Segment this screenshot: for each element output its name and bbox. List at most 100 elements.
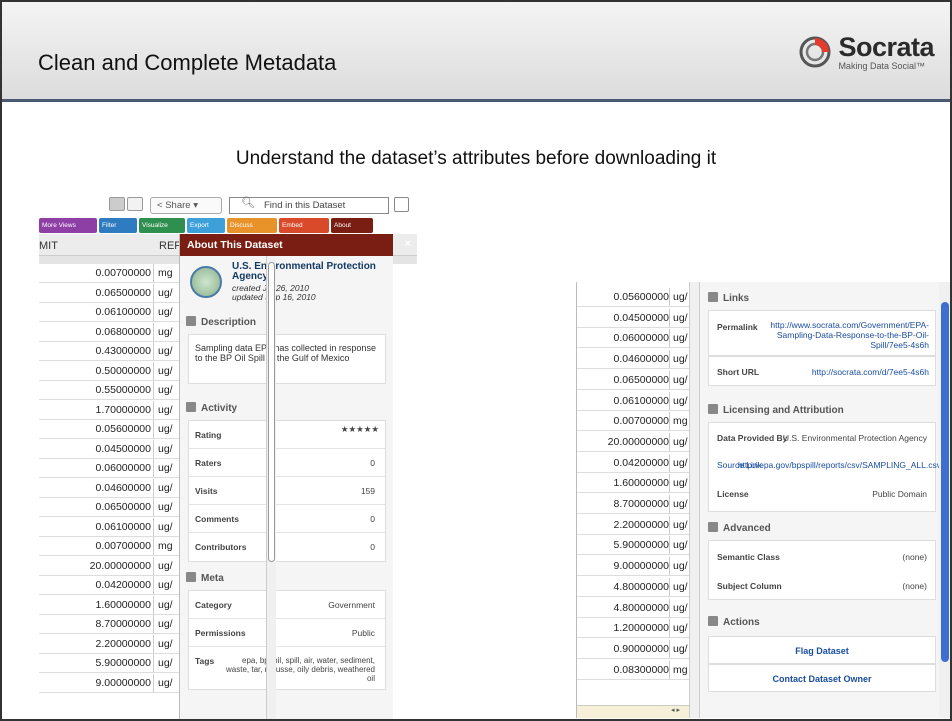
licensing-heading[interactable]: Licensing and Attribution [708, 404, 908, 422]
table-row[interactable]: 0.04600000 ug/ [39, 478, 179, 498]
scroll-arrows-icon[interactable]: ◂ ▸ [671, 706, 680, 714]
description-heading-label: Description [201, 317, 257, 328]
row-unit: ug/ [153, 342, 173, 360]
table-row[interactable]: 0.06100000 ug/ [39, 303, 179, 322]
table-scrollbar[interactable] [689, 282, 699, 718]
table-row[interactable]: 0.55000000 ug/ [39, 381, 179, 400]
advanced-heading-label: Advanced [723, 523, 771, 534]
flag-dataset-button[interactable]: Flag Dataset [708, 636, 936, 664]
table-row[interactable]: 0.04500000 ug/ [39, 439, 179, 459]
grid-view-icon[interactable] [109, 197, 125, 211]
toolbar-button-export[interactable]: Export [187, 218, 225, 233]
table-row[interactable]: 0.06500000 ug/ [577, 370, 689, 390]
rating-stars[interactable]: ★★★★★ [341, 424, 379, 435]
table-row[interactable]: 0.06800000 ug/ [39, 322, 179, 342]
toolbar-button-discuss[interactable]: Discuss [227, 218, 277, 233]
table-row[interactable]: 0.00700000 mg [39, 537, 179, 556]
page-view-icon[interactable] [127, 197, 143, 211]
table-row[interactable]: 0.06000000 ug/ [577, 329, 689, 349]
table-row[interactable]: 20.00000000 ug/ [39, 556, 179, 576]
table-row[interactable]: 4.80000000 ug/ [577, 598, 689, 618]
meta-heading[interactable]: Meta [186, 572, 386, 590]
fullscreen-icon[interactable] [394, 197, 409, 212]
shorturl-link[interactable]: http://socrata.com/d/7ee5-4s6h [812, 367, 929, 377]
table-row[interactable]: 0.06500000 ug/ [39, 498, 179, 517]
toolbar-button-filter[interactable]: Filter [99, 218, 137, 233]
table-row[interactable]: 0.04600000 ug/ [577, 350, 689, 370]
about-panel: About This Dataset × U.S. Environmental … [179, 234, 411, 719]
table-row[interactable]: 0.90000000 ug/ [577, 639, 689, 659]
row-value: 0.04200000 [613, 456, 669, 469]
table-row[interactable]: 1.70000000 ug/ [39, 400, 179, 420]
table-row[interactable]: 0.06100000 ug/ [577, 391, 689, 411]
table-row[interactable]: 8.70000000 ug/ [577, 495, 689, 514]
links-heading[interactable]: Links [708, 292, 908, 310]
column-header-mit[interactable]: MIT [39, 240, 58, 252]
table-row[interactable]: 0.04500000 ug/ [577, 308, 689, 328]
row-unit: ug/ [669, 557, 688, 576]
row-value: 0.06800000 [95, 325, 151, 338]
actions-heading[interactable]: Actions [708, 616, 908, 634]
scrollbar-thumb[interactable] [268, 262, 275, 562]
share-button[interactable]: < Share ▾ [150, 197, 222, 214]
table-row[interactable]: 1.60000000 ug/ [577, 474, 689, 494]
table-row[interactable]: 0.43000000 ug/ [39, 342, 179, 361]
row-value: 4.80000000 [613, 601, 669, 614]
table-row[interactable]: 0.05600000 ug/ [577, 288, 689, 307]
toolbar-button-more-views[interactable]: More Views [39, 218, 97, 233]
agency-name[interactable]: U.S. Environmental Protection Agency [232, 262, 382, 282]
table-row[interactable]: 0.08300000 mg [577, 660, 689, 680]
table-row[interactable]: 4.80000000 ug/ [577, 577, 689, 597]
row-unit: ug/ [669, 577, 688, 596]
tags-label: Tags [195, 656, 215, 666]
table-row[interactable]: 0.50000000 ug/ [39, 361, 179, 381]
table-row[interactable]: 8.70000000 ug/ [39, 615, 179, 634]
table-row[interactable]: 5.90000000 ug/ [39, 654, 179, 673]
activity-heading[interactable]: Activity [186, 402, 386, 420]
panel-scrollbar[interactable] [939, 282, 950, 718]
row-unit: ug/ [153, 322, 173, 341]
table-row[interactable]: 0.04200000 ug/ [39, 576, 179, 595]
licensing-heading-label: Licensing and Attribution [723, 405, 844, 416]
table-row[interactable]: 1.60000000 ug/ [39, 595, 179, 615]
shorturl-row: Short URL http://socrata.com/d/7ee5-4s6h [708, 356, 936, 386]
table-row[interactable]: 5.90000000 ug/ [577, 536, 689, 556]
table-row[interactable]: 0.05600000 ug/ [39, 420, 179, 439]
table-row[interactable]: 0.04200000 ug/ [577, 453, 689, 473]
toolbar-button-about[interactable]: About [331, 218, 373, 233]
about-scrollbar[interactable] [266, 256, 276, 719]
row-unit: ug/ [153, 517, 173, 536]
scrollbar-thumb[interactable] [941, 302, 949, 662]
row-unit: ug/ [669, 432, 688, 451]
close-icon[interactable]: × [405, 238, 411, 250]
table-row[interactable]: 9.00000000 ug/ [577, 557, 689, 577]
table-row[interactable]: 0.06500000 ug/ [39, 283, 179, 303]
table-row[interactable]: 2.20000000 ug/ [39, 634, 179, 654]
visits-row: Visits 159 [189, 477, 385, 505]
table-row[interactable]: 1.20000000 ug/ [577, 619, 689, 639]
row-value: 5.90000000 [613, 539, 669, 552]
column-header-ref[interactable]: REF [159, 240, 181, 252]
subject-value: (none) [902, 581, 927, 591]
advanced-heading[interactable]: Advanced [708, 522, 908, 540]
semantic-label: Semantic Class [717, 552, 780, 562]
table-row[interactable]: 2.20000000 ug/ [577, 515, 689, 535]
row-unit: ug/ [669, 391, 688, 410]
table-row[interactable]: 9.00000000 ug/ [39, 673, 179, 693]
about-title: About This Dataset [187, 239, 283, 251]
permalink-link[interactable]: http://www.socrata.com/Government/EPA-Sa… [769, 320, 929, 350]
row-unit: ug/ [669, 474, 688, 493]
shorturl-label: Short URL [717, 367, 760, 377]
source-link[interactable]: http://epa.gov/bpspill/reports/csv/SAMPL… [738, 460, 941, 470]
contact-owner-button[interactable]: Contact Dataset Owner [708, 664, 936, 692]
toolbar-button-embed[interactable]: Embed [279, 218, 329, 233]
table-row[interactable]: 0.06100000 ug/ [39, 517, 179, 537]
row-value: 0.90000000 [613, 642, 669, 655]
toolbar-button-visualize[interactable]: Visualize [139, 218, 185, 233]
table-row[interactable]: 0.00700000 mg [39, 264, 179, 283]
row-unit: ug/ [153, 439, 173, 458]
description-heading[interactable]: Description [186, 316, 386, 334]
table-row[interactable]: 0.00700000 mg [577, 412, 689, 432]
table-row[interactable]: 0.06000000 ug/ [39, 459, 179, 478]
table-row[interactable]: 20.00000000 ug/ [577, 432, 689, 452]
